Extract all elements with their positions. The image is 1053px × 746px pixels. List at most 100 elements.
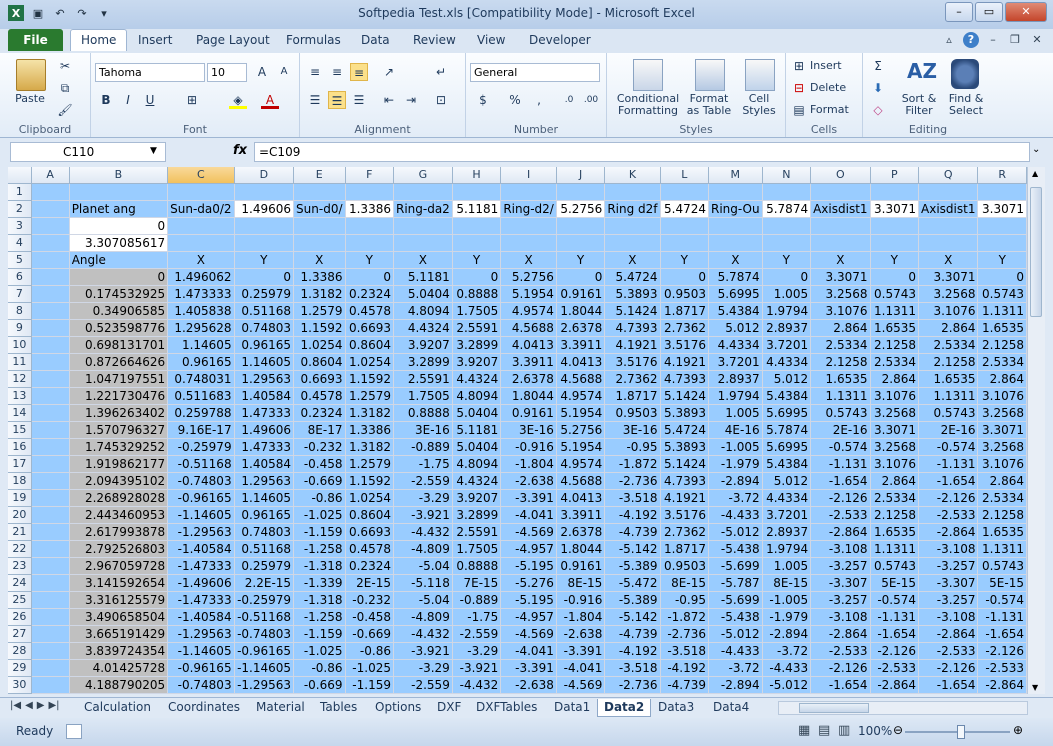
row-header-30[interactable]: 30 bbox=[8, 676, 32, 694]
column-header-c[interactable]: C bbox=[167, 167, 235, 184]
sheet-tab-data2[interactable]: Data2 bbox=[597, 699, 652, 717]
cell-f24[interactable]: 2E-15 bbox=[345, 574, 394, 592]
cell-l30[interactable]: -4.739 bbox=[660, 676, 710, 694]
cell-g14[interactable]: 0.8888 bbox=[393, 404, 453, 422]
zoom-level[interactable]: 100% bbox=[858, 724, 892, 738]
cell-m6[interactable]: 5.7874 bbox=[708, 268, 763, 286]
cell-j13[interactable]: 4.9574 bbox=[556, 387, 606, 405]
cell-a22[interactable] bbox=[31, 540, 70, 558]
cell-n9[interactable]: 2.8937 bbox=[762, 319, 812, 337]
cell-n25[interactable]: -1.005 bbox=[762, 591, 812, 609]
font-color-icon[interactable]: A bbox=[261, 91, 279, 109]
sheet-tab-data3[interactable]: Data3 bbox=[652, 699, 700, 716]
cell-l15[interactable]: 5.4724 bbox=[660, 421, 710, 439]
cell-k10[interactable]: 4.1921 bbox=[604, 336, 661, 354]
cell-n15[interactable]: 5.7874 bbox=[762, 421, 812, 439]
cell-g9[interactable]: 4.4324 bbox=[393, 319, 453, 337]
cell-i3[interactable] bbox=[500, 217, 557, 235]
cell-p17[interactable]: 3.1076 bbox=[870, 455, 920, 473]
cell-m20[interactable]: -4.433 bbox=[708, 506, 763, 524]
cell-e13[interactable]: 0.4578 bbox=[293, 387, 346, 405]
cell-e24[interactable]: -1.339 bbox=[293, 574, 346, 592]
align-left-icon[interactable]: ☰ bbox=[306, 91, 324, 109]
cell-o30[interactable]: -1.654 bbox=[810, 676, 871, 694]
cell-q5[interactable]: X bbox=[918, 251, 979, 269]
cell-p27[interactable]: -1.654 bbox=[870, 625, 920, 643]
cell-n21[interactable]: 2.8937 bbox=[762, 523, 812, 541]
cell-h13[interactable]: 4.8094 bbox=[452, 387, 502, 405]
cell-n23[interactable]: 1.005 bbox=[762, 557, 812, 575]
cell-j22[interactable]: 1.8044 bbox=[556, 540, 606, 558]
cell-q2[interactable]: Axisdist1 bbox=[918, 200, 979, 218]
row-header-6[interactable]: 6 bbox=[8, 268, 32, 286]
cell-r11[interactable]: 2.5334 bbox=[977, 353, 1027, 371]
borders-icon[interactable]: ⊞ bbox=[183, 91, 201, 109]
cell-h29[interactable]: -3.921 bbox=[452, 659, 502, 677]
cell-g20[interactable]: -3.921 bbox=[393, 506, 453, 524]
cell-n7[interactable]: 1.005 bbox=[762, 285, 812, 303]
cell-p12[interactable]: 2.864 bbox=[870, 370, 920, 388]
cell-o4[interactable] bbox=[810, 234, 871, 252]
first-sheet-icon[interactable]: |◀ bbox=[10, 700, 21, 711]
cell-e20[interactable]: -1.025 bbox=[293, 506, 346, 524]
cell-o8[interactable]: 3.1076 bbox=[810, 302, 871, 320]
wrap-text-icon[interactable]: ↵ bbox=[432, 63, 450, 81]
expand-formula-icon[interactable]: ⌄ bbox=[1032, 144, 1040, 155]
cell-f12[interactable]: 1.1592 bbox=[345, 370, 394, 388]
cell-n30[interactable]: -5.012 bbox=[762, 676, 812, 694]
cell-c18[interactable]: -0.74803 bbox=[167, 472, 235, 490]
cell-h28[interactable]: -3.29 bbox=[452, 642, 502, 660]
column-header-o[interactable]: O bbox=[810, 167, 871, 184]
cell-d5[interactable]: Y bbox=[234, 251, 295, 269]
cell-i18[interactable]: -2.638 bbox=[500, 472, 557, 490]
cell-e14[interactable]: 0.2324 bbox=[293, 404, 346, 422]
cell-q23[interactable]: -3.257 bbox=[918, 557, 979, 575]
cell-b25[interactable]: 3.316125579 bbox=[69, 591, 169, 609]
cell-n3[interactable] bbox=[762, 217, 812, 235]
select-all-corner[interactable] bbox=[8, 167, 32, 184]
cell-o12[interactable]: 1.6535 bbox=[810, 370, 871, 388]
cell-d25[interactable]: -0.25979 bbox=[234, 591, 295, 609]
cell-q12[interactable]: 1.6535 bbox=[918, 370, 979, 388]
cell-b4[interactable]: 3.307085617 bbox=[69, 234, 169, 252]
normal-view-icon[interactable]: ▦ bbox=[798, 723, 810, 738]
tab-page-layout[interactable]: Page Layout bbox=[196, 33, 270, 47]
cell-j18[interactable]: 4.5688 bbox=[556, 472, 606, 490]
delete-cells-icon[interactable]: ⊟ bbox=[790, 79, 808, 97]
cell-m17[interactable]: -1.979 bbox=[708, 455, 763, 473]
align-bottom-icon[interactable]: ≡ bbox=[350, 63, 368, 81]
cell-n26[interactable]: -1.979 bbox=[762, 608, 812, 626]
cell-k27[interactable]: -4.739 bbox=[604, 625, 661, 643]
cell-p4[interactable] bbox=[870, 234, 920, 252]
row-header-9[interactable]: 9 bbox=[8, 319, 32, 337]
cell-f2[interactable]: 1.3386 bbox=[345, 200, 394, 218]
cell-f22[interactable]: 0.4578 bbox=[345, 540, 394, 558]
column-header-f[interactable]: F bbox=[345, 167, 394, 184]
cell-p26[interactable]: -1.131 bbox=[870, 608, 920, 626]
cell-c27[interactable]: -1.29563 bbox=[167, 625, 235, 643]
decrease-indent-icon[interactable]: ⇤ bbox=[380, 91, 398, 109]
cell-j2[interactable]: 5.2756 bbox=[556, 200, 606, 218]
cell-c1[interactable] bbox=[167, 183, 235, 201]
cell-e26[interactable]: -1.258 bbox=[293, 608, 346, 626]
cell-i16[interactable]: -0.916 bbox=[500, 438, 557, 456]
cell-k17[interactable]: -1.872 bbox=[604, 455, 661, 473]
cell-j6[interactable]: 0 bbox=[556, 268, 606, 286]
cell-f5[interactable]: Y bbox=[345, 251, 394, 269]
number-format-select[interactable]: General bbox=[470, 63, 600, 82]
cell-k23[interactable]: -5.389 bbox=[604, 557, 661, 575]
cell-d9[interactable]: 0.74803 bbox=[234, 319, 295, 337]
cell-c16[interactable]: -0.25979 bbox=[167, 438, 235, 456]
cell-m24[interactable]: -5.787 bbox=[708, 574, 763, 592]
cell-m5[interactable]: X bbox=[708, 251, 763, 269]
cell-r20[interactable]: 2.1258 bbox=[977, 506, 1027, 524]
cell-q4[interactable] bbox=[918, 234, 979, 252]
cell-e17[interactable]: -0.458 bbox=[293, 455, 346, 473]
cell-d7[interactable]: 0.25979 bbox=[234, 285, 295, 303]
cell-g28[interactable]: -3.921 bbox=[393, 642, 453, 660]
cell-e16[interactable]: -0.232 bbox=[293, 438, 346, 456]
cell-b26[interactable]: 3.490658504 bbox=[69, 608, 169, 626]
cell-f29[interactable]: -1.025 bbox=[345, 659, 394, 677]
cell-f7[interactable]: 0.2324 bbox=[345, 285, 394, 303]
macro-record-icon[interactable] bbox=[66, 724, 82, 739]
